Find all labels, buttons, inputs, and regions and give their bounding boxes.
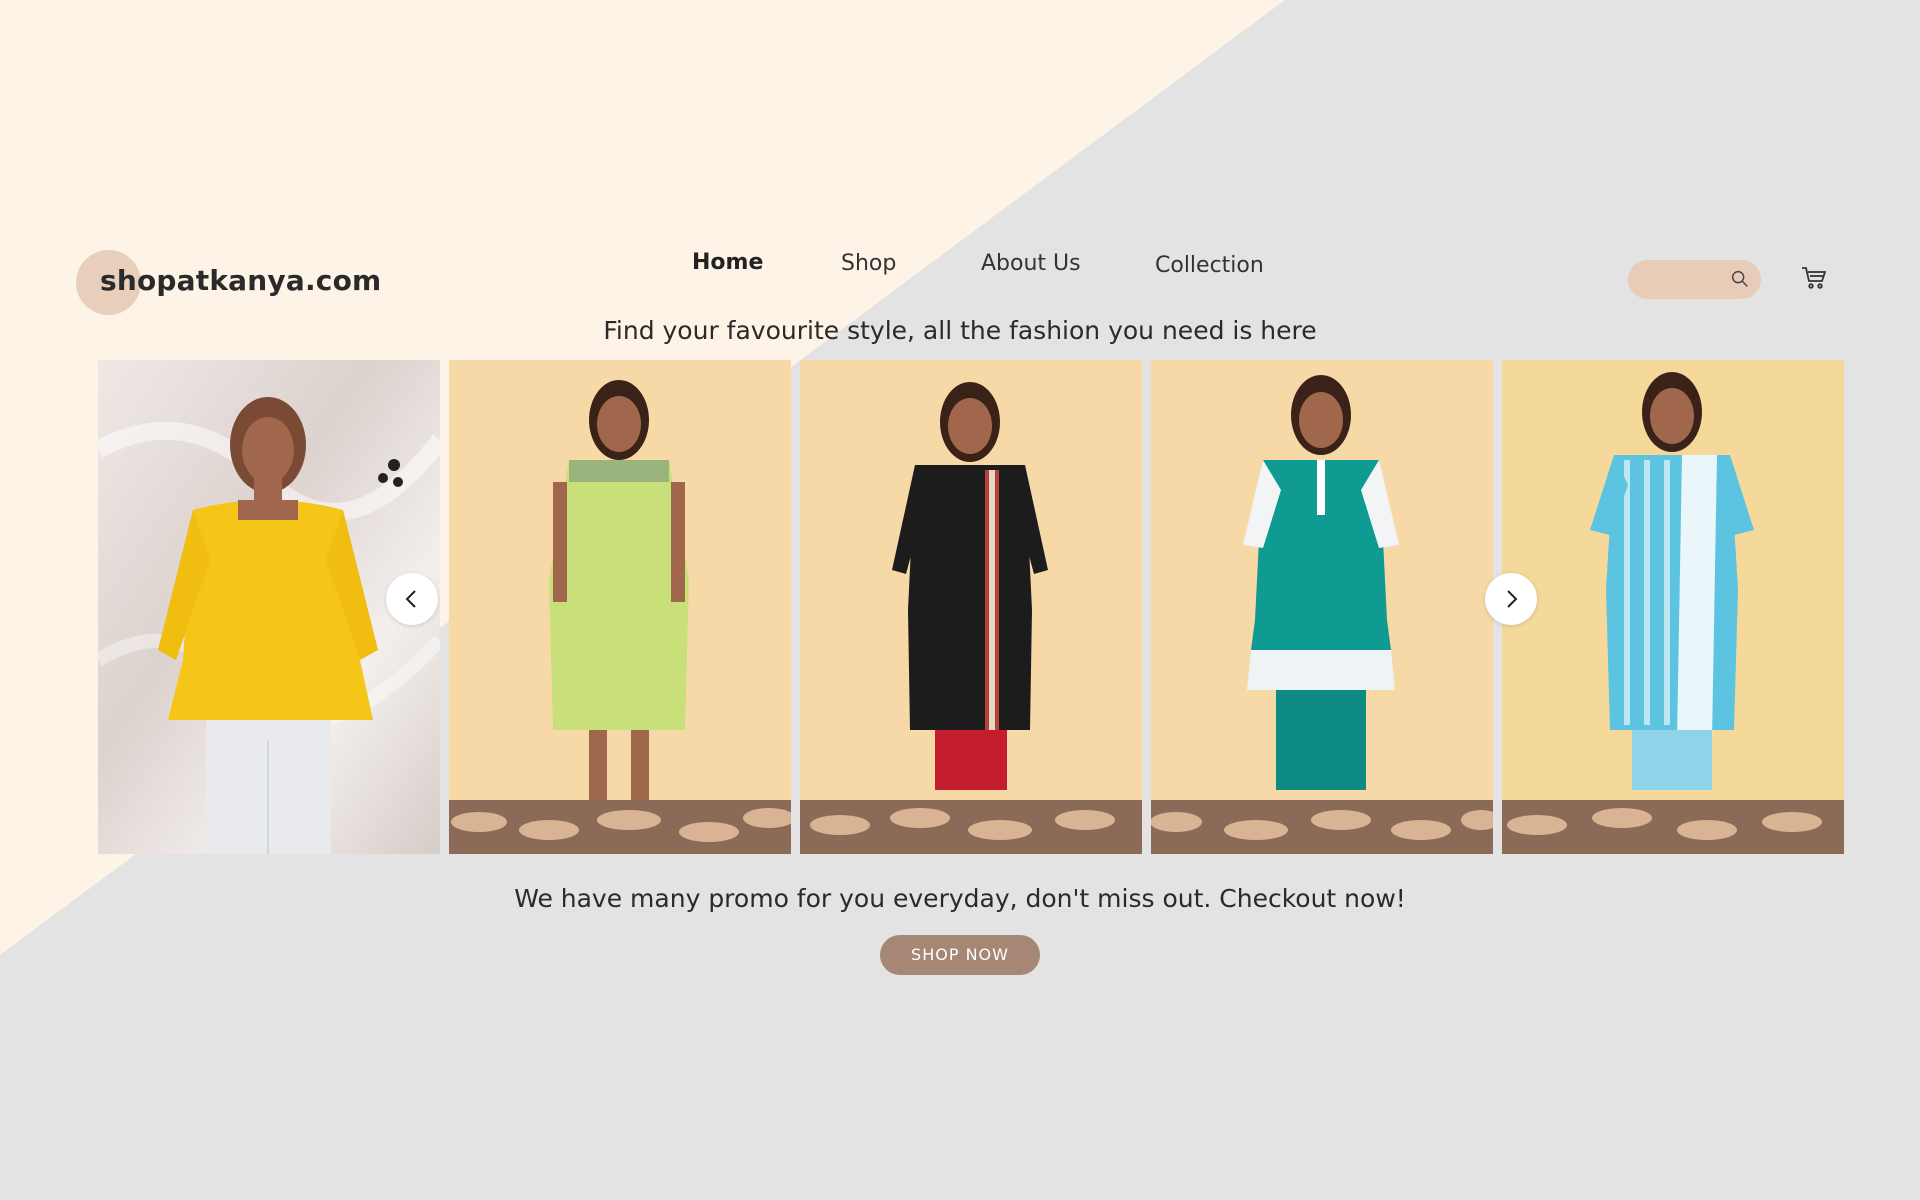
chevron-left-icon: [405, 590, 416, 608]
product-photo-teal-kurta[interactable]: [1151, 360, 1493, 854]
nav-shop[interactable]: Shop: [841, 251, 896, 276]
carousel-prev-button[interactable]: [386, 573, 438, 625]
brand-name: shopatkanya.com: [100, 264, 382, 297]
cart-icon[interactable]: [1800, 264, 1828, 292]
promo-text: We have many promo for you everyday, don…: [514, 884, 1406, 913]
product-photo-blue-kurta[interactable]: [1502, 360, 1844, 854]
product-photo-black-kurta[interactable]: [800, 360, 1142, 854]
search-input[interactable]: [1628, 260, 1761, 299]
search-icon[interactable]: [1729, 268, 1751, 290]
carousel-next-button[interactable]: [1485, 573, 1537, 625]
chevron-right-icon: [1507, 590, 1518, 608]
product-photo-green-kurta[interactable]: [449, 360, 791, 854]
shop-now-button[interactable]: SHOP NOW: [880, 935, 1040, 975]
nav-about-us[interactable]: About Us: [981, 251, 1081, 276]
nav-collection[interactable]: Collection: [1155, 253, 1264, 278]
nav-home[interactable]: Home: [692, 250, 763, 275]
tagline: Find your favourite style, all the fashi…: [603, 316, 1317, 345]
